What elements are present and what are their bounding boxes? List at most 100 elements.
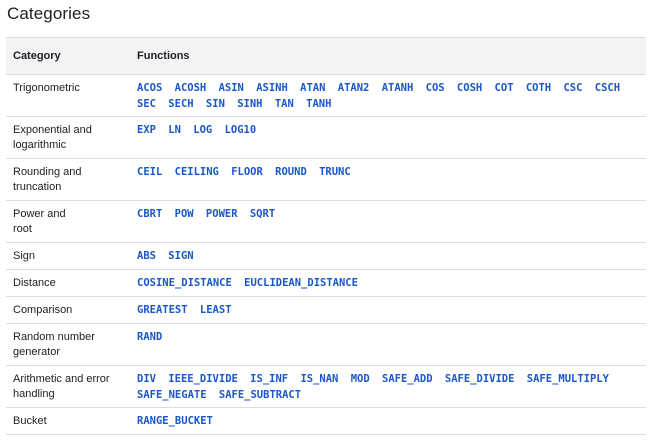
function-link[interactable]: CEILING bbox=[175, 166, 219, 178]
table-row: Arithmetic and error handling DIV IEEE_DIV… bbox=[6, 366, 646, 408]
table-row: Comparison GREATEST LEAST bbox=[6, 297, 646, 324]
page-title: Categories bbox=[7, 4, 91, 23]
function-link[interactable]: COSINE_DISTANCE bbox=[137, 277, 232, 289]
function-link[interactable]: CEIL bbox=[137, 166, 162, 178]
function-link[interactable]: SAFE_DIVIDE bbox=[445, 373, 515, 385]
function-link[interactable]: LN bbox=[168, 124, 181, 136]
function-link[interactable]: TANH bbox=[306, 98, 331, 110]
table-row: Random number generator RAND bbox=[6, 324, 646, 366]
functions-cell: ACOS ACOSH ASIN ASINH ATAN ATAN2 ATANH C… bbox=[137, 75, 646, 116]
functions-cell: RAND bbox=[137, 324, 646, 365]
function-link[interactable]: LOG10 bbox=[225, 124, 257, 136]
function-link[interactable]: CSCH bbox=[595, 82, 620, 94]
function-link[interactable]: TRUNC bbox=[319, 166, 351, 178]
functions-cell: COSINE_DISTANCE EUCLIDEAN_DISTANCE bbox=[137, 270, 646, 296]
functions-cell: CBRT POW POWER SQRT bbox=[137, 201, 646, 242]
function-link[interactable]: IS_INF bbox=[250, 373, 288, 385]
function-link[interactable]: SECH bbox=[168, 98, 193, 110]
category-label: Arithmetic and error bbox=[13, 373, 110, 385]
function-link[interactable]: SEC bbox=[137, 98, 156, 110]
function-link[interactable]: COTH bbox=[526, 82, 551, 94]
functions-cell: CEIL CEILING FLOOR ROUND TRUNC bbox=[137, 159, 646, 200]
function-link[interactable]: SIGN bbox=[168, 250, 193, 262]
functions-cell: DIV IEEE_DIVIDE IS_INF IS_NAN MOD SAFE_A… bbox=[137, 366, 646, 407]
category-cell: Random number generator bbox=[6, 324, 137, 365]
category-label: root bbox=[13, 223, 32, 235]
function-link[interactable]: RAND bbox=[137, 331, 162, 343]
function-link[interactable]: EUCLIDEAN_DISTANCE bbox=[244, 277, 358, 289]
function-link[interactable]: COS bbox=[426, 82, 445, 94]
function-link[interactable]: ACOS bbox=[137, 82, 162, 94]
functions-cell: ABS SIGN bbox=[137, 243, 646, 269]
function-link[interactable]: ATAN2 bbox=[338, 82, 370, 94]
category-label: Exponential and bbox=[13, 124, 92, 136]
function-link[interactable]: DIV bbox=[137, 373, 156, 385]
function-link[interactable]: ATAN bbox=[300, 82, 325, 94]
category-cell: Sign bbox=[6, 243, 137, 269]
category-cell: Comparison bbox=[6, 297, 137, 323]
page: Categories Category Functions Trigonomet… bbox=[0, 0, 656, 442]
function-link[interactable]: ATANH bbox=[382, 82, 414, 94]
table-row: Trigonometric ACOS ACOSH ASIN ASINH ATAN … bbox=[6, 75, 646, 117]
category-cell: Arithmetic and error handling bbox=[6, 366, 137, 407]
table-body: Trigonometric ACOS ACOSH ASIN ASINH ATAN … bbox=[6, 75, 646, 435]
category-cell: Distance bbox=[6, 270, 137, 296]
function-link[interactable]: MOD bbox=[351, 373, 370, 385]
function-link[interactable]: RANGE_BUCKET bbox=[137, 415, 213, 427]
function-link[interactable]: ROUND bbox=[275, 166, 307, 178]
function-link[interactable]: IS_NAN bbox=[300, 373, 338, 385]
function-link[interactable]: IEEE_DIVIDE bbox=[168, 373, 238, 385]
category-label: Random number bbox=[13, 331, 95, 343]
function-link[interactable]: ASIN bbox=[219, 82, 244, 94]
function-link[interactable]: ABS bbox=[137, 250, 156, 262]
function-link[interactable]: SAFE_ADD bbox=[382, 373, 433, 385]
function-link[interactable]: SAFE_MULTIPLY bbox=[527, 373, 609, 385]
function-link[interactable]: CBRT bbox=[137, 208, 162, 220]
category-cell: Power and root bbox=[6, 201, 137, 242]
category-label: Trigonometric bbox=[13, 82, 80, 94]
table-row: Bucket RANGE_BUCKET bbox=[6, 408, 646, 435]
categories-table: Category Functions Trigonometric ACOS ACO… bbox=[6, 37, 646, 435]
function-link[interactable]: LEAST bbox=[200, 304, 232, 316]
function-link[interactable]: POW bbox=[175, 208, 194, 220]
function-link[interactable]: POWER bbox=[206, 208, 238, 220]
functions-cell: GREATEST LEAST bbox=[137, 297, 646, 323]
function-link[interactable]: SAFE_SUBTRACT bbox=[219, 389, 301, 401]
header-category: Category bbox=[13, 50, 61, 62]
function-link[interactable]: GREATEST bbox=[137, 304, 188, 316]
category-label: Sign bbox=[13, 250, 36, 262]
category-cell: Exponential and logarithmic bbox=[6, 117, 137, 158]
function-link[interactable]: COT bbox=[495, 82, 514, 94]
category-cell: Trigonometric bbox=[6, 75, 137, 116]
function-link[interactable]: FLOOR bbox=[231, 166, 263, 178]
function-link[interactable]: SAFE_NEGATE bbox=[137, 389, 207, 401]
function-link[interactable]: SQRT bbox=[250, 208, 275, 220]
table-header-row: Category Functions bbox=[6, 38, 646, 75]
function-link[interactable]: LOG bbox=[193, 124, 212, 136]
category-label: handling bbox=[13, 388, 55, 400]
function-link[interactable]: TAN bbox=[275, 98, 294, 110]
category-cell: Rounding and truncation bbox=[6, 159, 137, 200]
category-label: truncation bbox=[13, 181, 62, 193]
category-label: Bucket bbox=[13, 415, 47, 427]
function-link[interactable]: SIN bbox=[206, 98, 225, 110]
table-row: Power and root CBRT POW POWER SQRT bbox=[6, 201, 646, 243]
function-link[interactable]: ASINH bbox=[256, 82, 288, 94]
table-row: Sign ABS SIGN bbox=[6, 243, 646, 270]
function-link[interactable]: COSH bbox=[457, 82, 482, 94]
category-label: Rounding and bbox=[13, 166, 82, 178]
function-link[interactable]: CSC bbox=[563, 82, 582, 94]
function-link[interactable]: EXP bbox=[137, 124, 156, 136]
category-label: Power and bbox=[13, 208, 66, 220]
table-row: Exponential and logarithmic EXP LN LOG LOG… bbox=[6, 117, 646, 159]
function-link[interactable]: SINH bbox=[237, 98, 262, 110]
category-label: Distance bbox=[13, 277, 56, 289]
category-label: logarithmic bbox=[13, 139, 67, 151]
header-functions: Functions bbox=[137, 50, 190, 62]
table-row: Rounding and truncation CEIL CEILING FLOOR… bbox=[6, 159, 646, 201]
table-row: Distance COSINE_DISTANCE EUCLIDEAN_DISTAN… bbox=[6, 270, 646, 297]
function-link[interactable]: ACOSH bbox=[175, 82, 207, 94]
category-label: Comparison bbox=[13, 304, 73, 316]
category-label: generator bbox=[13, 346, 61, 358]
functions-cell: RANGE_BUCKET bbox=[137, 408, 646, 434]
